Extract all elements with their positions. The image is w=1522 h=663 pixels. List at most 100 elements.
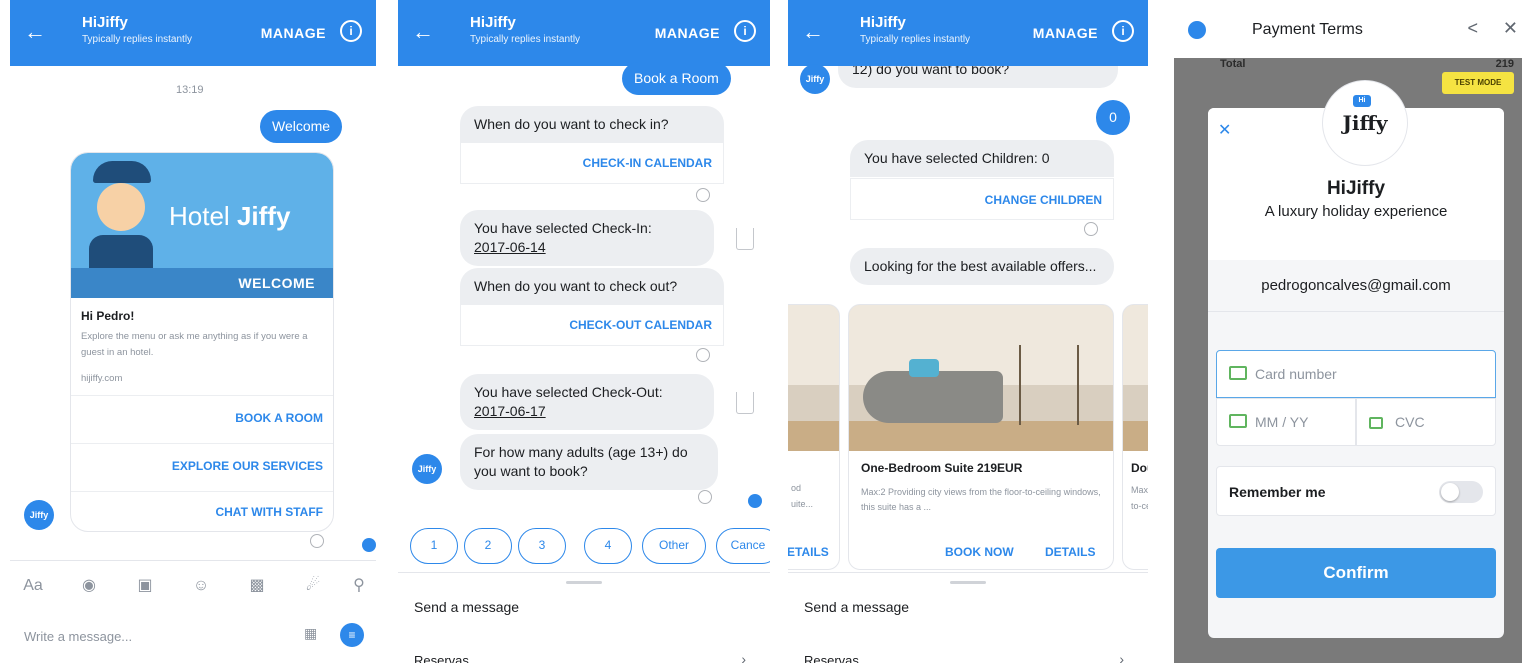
partial-desc: uite... [791, 499, 814, 509]
chat-header: ← HiJiffy Typically replies instantly MA… [398, 0, 770, 66]
book-room-bubble: Book a Room [622, 62, 731, 95]
back-arrow-icon[interactable]: ← [24, 18, 46, 46]
camera-icon[interactable]: ◉ [78, 575, 100, 597]
emoji-reaction-icon[interactable] [1084, 222, 1098, 236]
emoji-reaction-icon[interactable] [310, 534, 324, 548]
merchant-logo: Hi Jiffy [1322, 80, 1408, 166]
chat-name: HiJiffy [470, 14, 516, 31]
screen-welcome: ← HiJiffy Typically replies instantly MA… [10, 0, 376, 663]
selected-children-bubble: You have selected Children: 0 [850, 140, 1114, 177]
menu-icon[interactable]: ≡ [340, 623, 364, 647]
emoji-reaction-icon[interactable] [698, 490, 712, 504]
expiry-input[interactable]: MM / YY [1216, 398, 1356, 446]
checkin-calendar-button[interactable]: CHECK-IN CALENDAR [460, 156, 712, 170]
welcome-bubble: Welcome [260, 110, 343, 143]
persistent-menu: Send a message Reservas › [398, 572, 770, 663]
merchant-name: HiJiffy [1326, 178, 1386, 199]
quick-reply-2[interactable]: 2 [464, 528, 512, 564]
gallery-icon[interactable]: ▣ [134, 575, 156, 597]
share-icon[interactable] [736, 392, 754, 414]
test-mode-badge: TEST MODE [1442, 72, 1514, 94]
composer: Aa ◉ ▣ ☺ ▩ ☄ ⚲ Write a message... ▦ ≡ [10, 560, 376, 663]
screen-room-offers: 12) do you want to book? ← HiJiffy Typic… [788, 0, 1148, 663]
back-arrow-icon[interactable]: ← [802, 18, 824, 46]
send-message-input[interactable]: Send a message [804, 599, 909, 615]
total-label: Total [1220, 58, 1246, 70]
menu-item-reservas[interactable]: Reservas [414, 653, 469, 663]
close-icon[interactable]: ✕ [1218, 120, 1231, 140]
email-field[interactable]: pedrogoncalves@gmail.com [1208, 260, 1504, 312]
emoji-reaction-icon[interactable] [696, 348, 710, 362]
menu-item-reservas[interactable]: Reservas [804, 653, 859, 663]
close-icon[interactable]: ✕ [1503, 18, 1518, 39]
selected-checkin-bubble: You have selected Check-In: 2017-06-14 [460, 210, 714, 266]
merchant-tagline: A luxury holiday experience [1264, 203, 1448, 220]
screen-payment: Payment Terms < ✕ Total 219 TEST MODE ✕ … [1174, 0, 1522, 663]
manage-button[interactable]: MANAGE [655, 25, 720, 41]
remember-me-row: Remember me [1216, 466, 1496, 516]
remember-me-label: Remember me [1229, 484, 1326, 500]
card-domain: hijiffy.com [81, 373, 123, 384]
emoji-reaction-icon[interactable] [696, 188, 710, 202]
children-reply: 0 [1096, 100, 1130, 135]
gif-icon[interactable]: ▩ [246, 575, 268, 597]
chat-subtitle: Typically replies instantly [82, 34, 193, 45]
partial-desc: Max [1131, 485, 1148, 495]
qr-code-icon[interactable]: ▦ [304, 625, 324, 645]
confirm-button[interactable]: Confirm [1216, 548, 1496, 598]
aa-icon[interactable]: Aa [22, 575, 44, 597]
looking-offers-bubble: Looking for the best available offers... [850, 248, 1114, 285]
info-icon[interactable]: i [1112, 20, 1134, 42]
bot-avatar: Jiffy [24, 500, 54, 530]
share-icon[interactable]: < [1467, 18, 1478, 39]
remember-me-toggle[interactable] [1439, 481, 1483, 503]
book-a-room-button[interactable]: BOOK A ROOM [235, 411, 323, 425]
quick-reply-3[interactable]: 3 [518, 528, 566, 564]
microphone-icon[interactable]: ☄ [302, 575, 324, 597]
book-now-button[interactable]: BOOK NOW [945, 545, 1014, 559]
total-amount: 219 [1495, 58, 1514, 70]
info-icon[interactable]: i [734, 20, 756, 42]
read-receipt-avatar [362, 538, 376, 552]
send-message-input[interactable]: Send a message [414, 599, 519, 615]
back-arrow-icon[interactable]: ← [412, 18, 434, 46]
change-children-button[interactable]: CHANGE CHILDREN [850, 193, 1102, 207]
share-icon[interactable] [736, 228, 754, 250]
checkout-question: When do you want to check out? [460, 268, 724, 305]
manage-button[interactable]: MANAGE [1033, 25, 1098, 41]
message-input[interactable]: Write a message... [24, 629, 132, 644]
location-icon[interactable]: ⚲ [348, 575, 370, 597]
persistent-menu: Send a message Reservas › [788, 572, 1148, 663]
cvc-input[interactable]: CVC [1356, 398, 1496, 446]
quick-reply-4[interactable]: 4 [584, 528, 632, 564]
composer-toolbar: Aa ◉ ▣ ☺ ▩ ☄ ⚲ [22, 575, 365, 599]
room-title: One-Bedroom Suite 219EUR [861, 461, 1023, 475]
explore-services-button[interactable]: EXPLORE OUR SERVICES [172, 459, 323, 473]
hero-image: Hotel Jiffy WELCOME [71, 153, 333, 298]
hero-banner: WELCOME [238, 275, 315, 291]
checkin-question: When do you want to check in? [460, 106, 724, 143]
app-logo-icon [1188, 21, 1206, 39]
chevron-right-icon: › [741, 651, 746, 663]
quick-reply-other[interactable]: Other [642, 528, 706, 564]
details-button[interactable]: DETAILS [1045, 545, 1095, 559]
manage-button[interactable]: MANAGE [261, 25, 326, 41]
room-card: One-Bedroom Suite 219EUR Max:2 Providing… [848, 304, 1114, 570]
chat-with-staff-button[interactable]: CHAT WITH STAFF [215, 505, 323, 519]
info-icon[interactable]: i [340, 20, 362, 42]
room-card-right: Dou Max to-ce [1122, 304, 1148, 570]
page-title: Payment Terms [1252, 21, 1363, 38]
bot-avatar: Jiffy [800, 64, 830, 94]
partial-desc: to-ce [1131, 501, 1148, 511]
card-number-input[interactable]: Card number [1216, 350, 1496, 398]
emoji-icon[interactable]: ☺ [190, 575, 212, 597]
screen-booking-dates: ← HiJiffy Typically replies instantly MA… [398, 0, 770, 663]
details-button-left[interactable]: ETAILS [788, 545, 829, 559]
card-title: Hi Pedro! [81, 309, 135, 323]
checkout-calendar-button[interactable]: CHECK-OUT CALENDAR [460, 318, 712, 332]
partial-desc: od [791, 483, 802, 493]
timestamp: 13:19 [176, 84, 204, 96]
quick-reply-1[interactable]: 1 [410, 528, 458, 564]
quick-reply-cancel[interactable]: Cance [716, 528, 770, 564]
checkout-modal: ✕ Hi Jiffy HiJiffy A luxury holiday expe… [1208, 80, 1504, 638]
